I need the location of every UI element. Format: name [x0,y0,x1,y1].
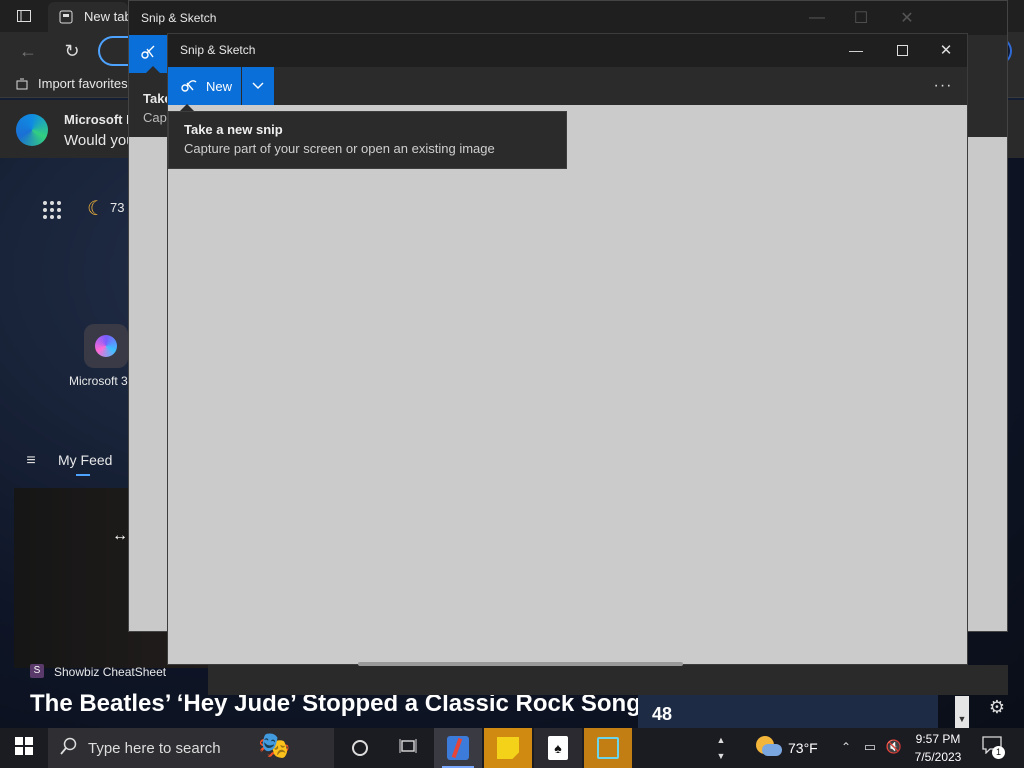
back-maximize-icon[interactable]: ☐ [851,9,871,27]
tab-actions-icon[interactable] [14,6,34,26]
tab-label: New tab [84,9,132,24]
moon-weather-icon: ☾ [87,197,105,220]
clock-date: 7/5/2023 [914,750,962,764]
sticky-notes-icon [497,737,519,759]
news-source: Showbiz CheatSheet [54,665,167,679]
taskbar-weather-icon[interactable] [752,732,782,762]
search-icon [60,737,78,759]
back-icon[interactable]: ← [16,40,40,62]
app-window-icon [597,737,619,759]
new-tab-icon [58,9,74,25]
taskbar-weather: 73°F [788,740,818,756]
new-snip-label: New [206,78,233,94]
cortana-button[interactable] [336,728,384,768]
taskbar-scroll[interactable]: ▲ ▼ [714,730,728,766]
chevron-down-icon [252,77,264,95]
news-source-icon: S [30,664,44,678]
solitaire-icon: ♠ [548,736,568,760]
show-hidden-icons[interactable]: ⌃ [838,738,854,756]
back-tooltip-pointer [146,66,160,73]
back-close-icon[interactable]: ✕ [897,9,917,27]
edge-logo-icon [16,114,48,146]
search-highlight-icon: 🎭 [258,730,291,760]
refresh-icon[interactable]: ↻ [60,40,84,62]
quick-link-label: Microsoft 3 [69,374,128,388]
page-settings-icon[interactable]: ⚙ [986,696,1008,718]
menu-icon[interactable]: ≡ [22,452,40,470]
canvas-scroll-indicator[interactable] [358,662,683,666]
minimize-icon[interactable]: — [844,40,868,60]
microsoft-365-icon [95,335,117,357]
side-news-headline: 48 [652,704,673,724]
taskbar-snip-sketch[interactable] [434,728,482,768]
search-placeholder: Type here to search [88,739,221,757]
notification-text: Would you [64,132,135,149]
windows-taskbar: Type here to search 🎭 ♠ ▲ ▼ 73°F ⌃ ▭ 🔇 9:… [0,728,1024,768]
snip-window-title: Snip & Sketch [180,43,256,57]
more-options-icon[interactable]: ··· [930,77,956,95]
taskbar-sticky-notes[interactable] [484,728,532,768]
snip-back-titlebar: Snip & Sketch — ☐ ✕ [129,1,1007,35]
import-favorites-link[interactable]: Import favorites [38,76,128,91]
notification-title: Microsoft E [64,112,135,127]
my-feed-tab[interactable]: My Feed [58,452,112,468]
start-button[interactable] [0,728,48,768]
maximize-icon[interactable] [890,40,914,60]
edge-tab[interactable]: New tab [48,2,132,32]
edge-weather-temp: 73 [110,200,125,215]
snip-back-title: Snip & Sketch [141,11,217,25]
app-launcher-icon[interactable] [40,198,64,222]
new-snip-button[interactable]: New [168,67,241,105]
front-tooltip-pointer [180,104,194,111]
taskbar-search-box[interactable]: Type here to search 🎭 [48,728,334,768]
cortana-icon [352,740,368,756]
microsoft-365-tile[interactable] [84,324,128,368]
window-shadow [208,665,1008,695]
notification-center-button[interactable]: 1 [982,736,1005,759]
back-snip-icon [139,43,157,66]
taskbar-solitaire[interactable]: ♠ [534,728,582,768]
scroll-down-icon[interactable]: ▼ [955,714,969,724]
import-favorites-icon [14,76,30,92]
task-view-button[interactable] [384,728,432,768]
network-icon[interactable]: ▭ [860,738,880,756]
snip-titlebar: Snip & Sketch — ✕ [168,34,967,67]
volume-muted-icon[interactable]: 🔇 [884,738,904,756]
clock-time: 9:57 PM [915,732,961,746]
snip-sketch-app-icon [447,736,469,760]
feed-scrollbar[interactable]: ▼ [955,696,969,728]
taskbar-app-window[interactable] [584,728,632,768]
snip-icon [180,76,198,97]
snip-sketch-window: Snip & Sketch — ✕ New ··· Take a new sni… [167,33,968,666]
windows-logo-icon [15,736,33,760]
new-snip-tooltip: Take a new snip Capture part of your scr… [168,111,567,169]
close-icon[interactable]: ✕ [934,40,958,60]
tooltip-subtitle: Capture part of your screen or open an e… [184,141,495,156]
snip-commandbar: New ··· [168,67,967,105]
feed-tab-indicator [76,474,90,476]
back-tooltip-sub: Cap [143,110,167,125]
taskbar-clock[interactable]: 9:57 PM 7/5/2023 [905,730,971,766]
notification-count: 1 [992,746,1005,759]
back-minimize-icon[interactable]: — [807,9,827,27]
task-view-icon [399,738,417,759]
tooltip-title: Take a new snip [184,122,283,137]
snip-mode-dropdown[interactable] [242,67,274,105]
